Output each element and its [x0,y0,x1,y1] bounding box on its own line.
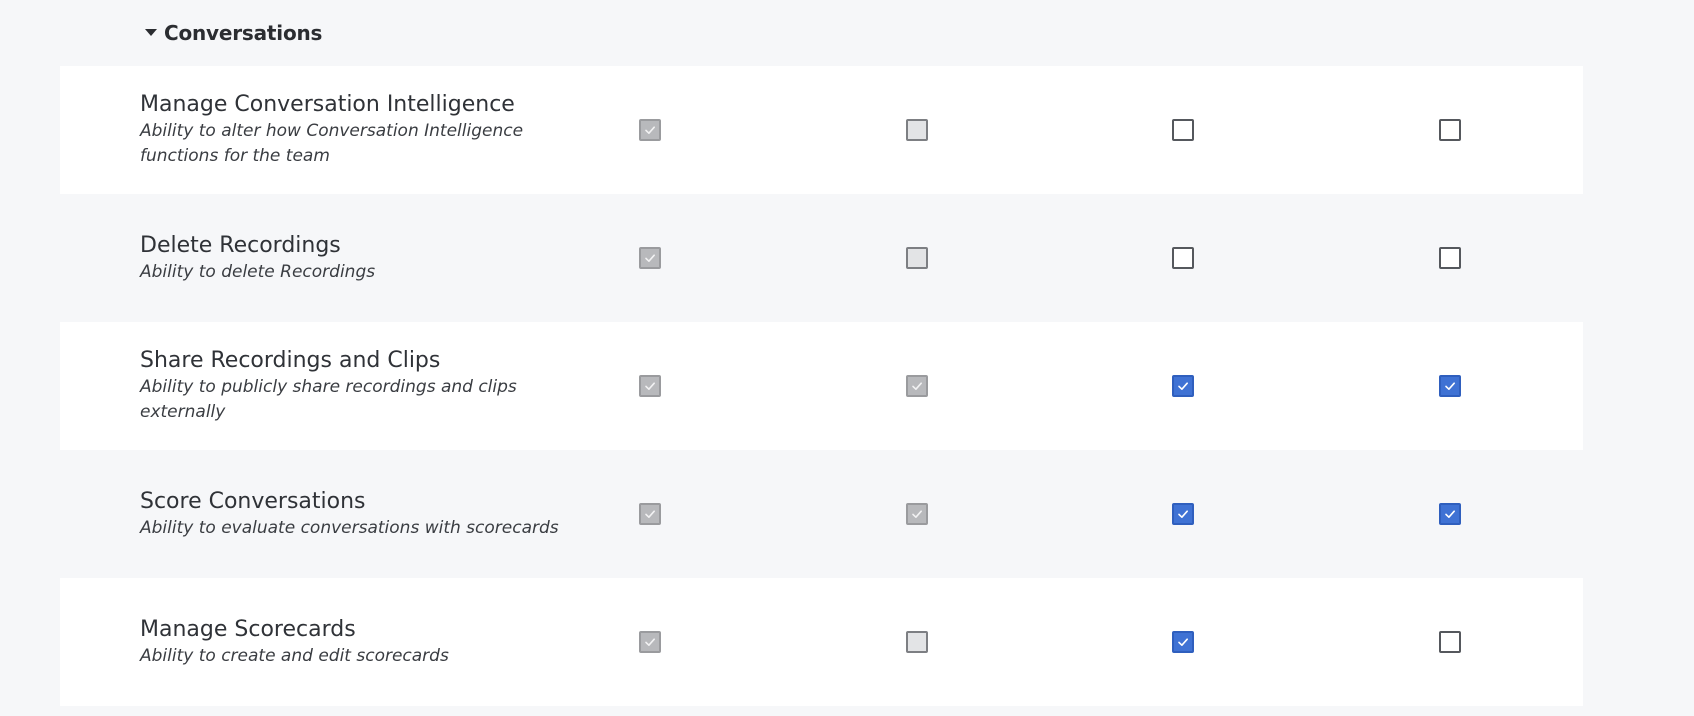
permission-text: Manage Scorecards Ability to create and … [140,578,560,706]
permission-text: Score Conversations Ability to evaluate … [140,450,560,578]
role-1-checkbox [639,375,661,397]
role-1-checkbox [639,247,661,269]
permission-row: Delete Recordings Ability to delete Reco… [60,194,1583,322]
permission-description: Ability to evaluate conversations with s… [140,517,559,538]
role-4-checkbox[interactable] [1439,503,1461,525]
checkmark-icon [1445,510,1455,518]
permission-title: Manage Conversation Intelligence [140,92,515,117]
permission-title: Score Conversations [140,488,366,514]
permissions-page: Conversations Manage Conversation Intell… [0,0,1694,716]
role-2-checkbox [906,631,928,653]
role-1-checkbox [639,503,661,525]
permission-title: Manage Scorecards [140,616,356,642]
role-2-checkbox [906,119,928,141]
permission-row: Score Conversations Ability to evaluate … [60,450,1583,578]
checkmark-icon [645,510,655,518]
role-3-checkbox[interactable] [1172,119,1194,141]
checkmark-icon [1178,510,1188,518]
permission-description: Ability to publicly share recordings and… [140,377,517,422]
role-4-checkbox[interactable] [1439,631,1461,653]
role-3-checkbox[interactable] [1172,375,1194,397]
permission-description: Ability to alter how Conversation Intell… [140,121,524,166]
role-3-checkbox[interactable] [1172,631,1194,653]
checkmark-icon [1445,382,1455,390]
role-4-checkbox[interactable] [1439,247,1461,269]
checkmark-icon [1178,638,1188,646]
role-2-checkbox [906,247,928,269]
checkmark-icon [645,254,655,262]
role-3-checkbox[interactable] [1172,503,1194,525]
checkmark-icon [645,638,655,646]
permission-text: Share Recordings and Clips Ability to pu… [140,322,560,450]
role-3-checkbox[interactable] [1172,247,1194,269]
section-header-conversations[interactable]: Conversations [60,0,1583,66]
permission-row: Share Recordings and Clips Ability to pu… [60,322,1583,450]
permission-description: Ability to delete Recordings [140,261,376,282]
section-title: Conversations [164,21,323,45]
permission-text: Manage Conversation Intelligence Ability… [140,66,560,194]
checkmark-icon [645,382,655,390]
caret-down-icon [145,28,157,36]
checkmark-icon [645,126,655,134]
permission-row: Manage Scorecards Ability to create and … [60,578,1583,706]
permission-title: Share Recordings and Clips [140,348,441,373]
checkmark-icon [1178,382,1188,390]
checkmark-icon [912,382,922,390]
role-2-checkbox [906,503,928,525]
permission-row: Manage Conversation Intelligence Ability… [60,66,1583,194]
role-4-checkbox[interactable] [1439,375,1461,397]
checkmark-icon [912,510,922,518]
permission-description: Ability to create and edit scorecards [140,645,449,666]
role-1-checkbox [639,631,661,653]
role-4-checkbox[interactable] [1439,119,1461,141]
role-1-checkbox [639,119,661,141]
role-2-checkbox [906,375,928,397]
permission-title: Delete Recordings [140,232,341,258]
permission-rows: Manage Conversation Intelligence Ability… [60,66,1583,706]
permission-text: Delete Recordings Ability to delete Reco… [140,194,560,322]
